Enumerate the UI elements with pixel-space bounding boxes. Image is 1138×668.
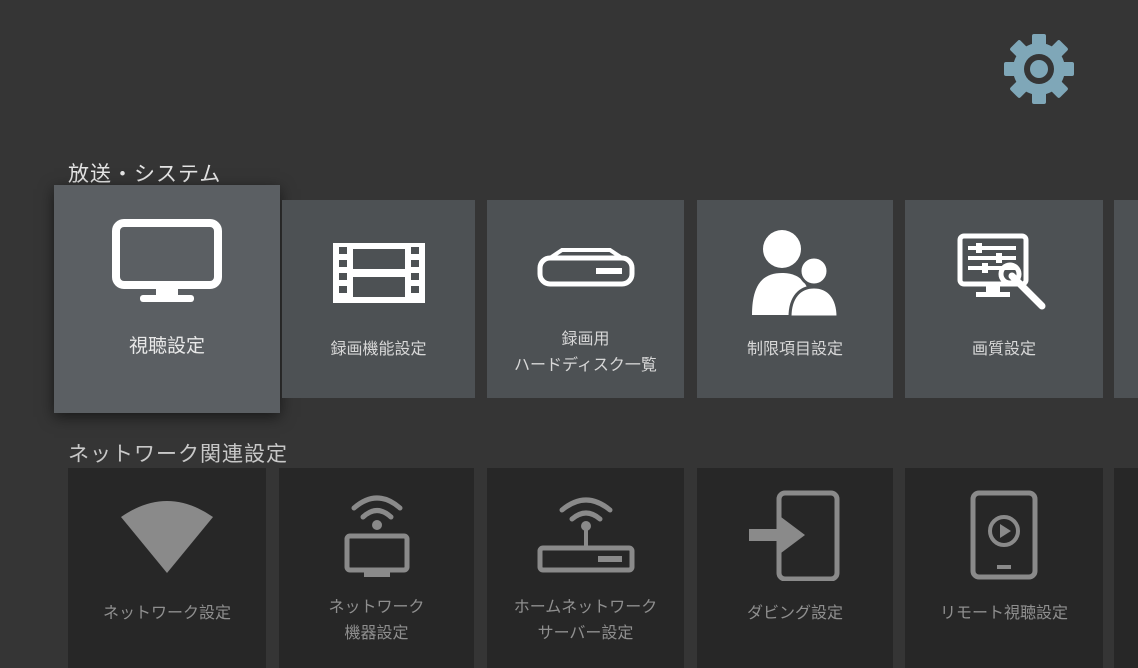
- tile-partial-next[interactable]: [1114, 468, 1138, 668]
- tile-label: ネットワーク 機器設定: [328, 594, 424, 646]
- tile-label-line2: サーバー設定: [537, 623, 634, 642]
- tile-label: 録画機能設定: [330, 339, 427, 358]
- tile-label: 制限項目設定: [746, 339, 843, 358]
- tile-label: ダビング設定: [746, 603, 843, 622]
- gear-icon[interactable]: [1000, 30, 1078, 108]
- tile-picture-quality-settings[interactable]: 画質設定: [905, 200, 1103, 398]
- section-title-broadcast: 放送・システム: [68, 162, 222, 186]
- tile-label: ホームネットワーク サーバー設定: [514, 594, 658, 646]
- tile-label: ネットワーク設定: [102, 603, 231, 622]
- hard-disk-icon: [536, 228, 636, 318]
- tile-remote-viewing-settings[interactable]: リモート視聴設定: [905, 468, 1103, 668]
- tile-network-settings[interactable]: ネットワーク設定: [68, 468, 266, 668]
- tile-dubbing-settings[interactable]: ダビング設定: [697, 468, 893, 668]
- users-icon: [750, 228, 840, 319]
- tile-restriction-settings[interactable]: 制限項目設定: [697, 200, 893, 398]
- monitor-tools-icon: [956, 228, 1052, 318]
- remote-view-icon: [969, 490, 1039, 580]
- tile-home-network-server-settings[interactable]: ホームネットワーク サーバー設定: [487, 468, 684, 668]
- tile-label-line1: 録画用: [561, 329, 610, 348]
- tile-label: 画質設定: [971, 339, 1036, 358]
- tile-recording-hdd-list[interactable]: 録画用 ハードディスク一覧: [487, 200, 684, 398]
- tile-label-line1: ホームネットワーク: [513, 597, 658, 616]
- dubbing-icon: [745, 490, 845, 581]
- wifi-tv-icon: [342, 490, 412, 580]
- tile-partial-next[interactable]: [1114, 200, 1138, 398]
- tv-icon: [112, 217, 222, 307]
- section-title-network: ネットワーク関連設定: [68, 442, 288, 466]
- router-icon: [536, 490, 636, 580]
- tile-label-line2: ハードディスク一覧: [514, 355, 657, 374]
- wifi-icon: [117, 490, 217, 580]
- tile-label-line2: 機器設定: [344, 623, 409, 642]
- tile-viewing-settings[interactable]: 視聴設定: [54, 185, 280, 413]
- tile-network-device-settings[interactable]: ネットワーク 機器設定: [279, 468, 474, 668]
- film-icon: [331, 228, 427, 318]
- tile-recording-function-settings[interactable]: 録画機能設定: [282, 200, 475, 398]
- tile-label: 録画用 ハードディスク一覧: [514, 326, 657, 378]
- tile-label-line1: ネットワーク: [328, 597, 425, 616]
- tile-label: リモート視聴設定: [939, 603, 1068, 622]
- tile-label: 視聴設定: [128, 335, 205, 357]
